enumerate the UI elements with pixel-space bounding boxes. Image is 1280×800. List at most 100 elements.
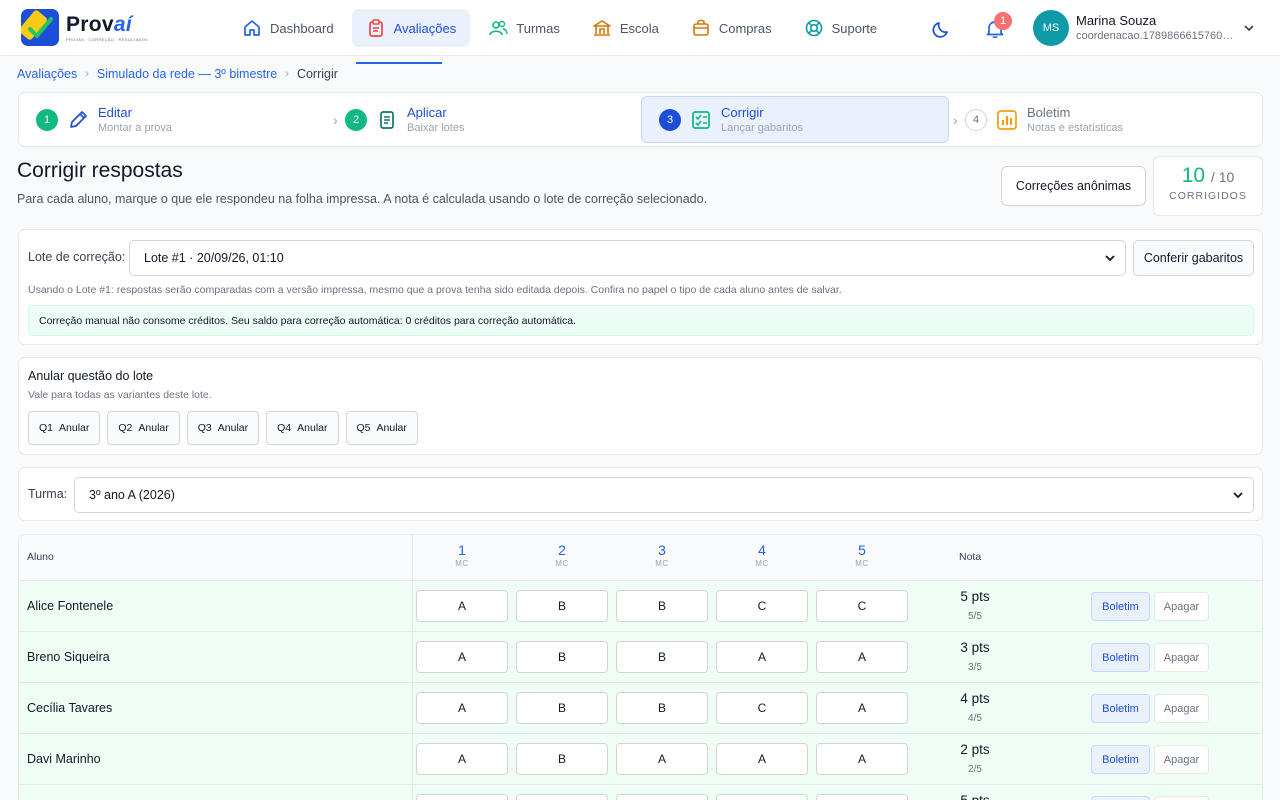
chevron-down-icon [1105, 255, 1115, 262]
nav-escola[interactable]: Escola [578, 9, 673, 47]
pencil-icon [70, 110, 87, 128]
answer-select[interactable] [716, 794, 808, 800]
question-label: Q3 [197, 422, 212, 434]
answer-select[interactable]: C [716, 590, 808, 622]
workflow-stepper: 1 Editar Montar a prova › 2 Aplicar Baix… [18, 92, 1263, 147]
school-icon [592, 18, 612, 38]
nav-dashboard[interactable]: Dashboard [228, 9, 348, 47]
app-logo[interactable]: Provaí PROVAS · CORREÇÃO · RESULTADOS [21, 9, 148, 46]
annul-title: Anular questão do lote [28, 369, 154, 383]
nav-label: Dashboard [270, 20, 334, 36]
table-row: Alice Fontenele A B B C C 5 pts 5/5 Boletim Apaga… [19, 581, 1262, 632]
answer-select[interactable] [816, 794, 908, 800]
batch-select[interactable]: Lote #1 · 20/09/26, 01:10 [129, 240, 1126, 276]
answer-select[interactable]: A [416, 590, 508, 622]
answer-select[interactable]: A [416, 641, 508, 673]
step-title: Corrigir [721, 104, 764, 120]
annul-q4-button[interactable]: Q4 Anular [266, 411, 339, 445]
delete-button[interactable]: Apagar [1154, 694, 1209, 723]
home-icon [242, 18, 262, 38]
annul-subtitle: Vale para todas as variantes deste lote. [28, 389, 212, 401]
nav-label: Suporte [831, 20, 878, 36]
answer-select[interactable]: B [616, 641, 708, 673]
chevron-down-icon [1233, 492, 1243, 499]
answer-select[interactable]: A [816, 743, 908, 775]
step-corrigir[interactable]: 3 Corrigir Lançar gabaritos [641, 96, 949, 143]
answer-select[interactable]: B [616, 692, 708, 724]
nav-compras[interactable]: Compras [677, 9, 786, 47]
logo-icon [21, 9, 59, 46]
report-button[interactable]: Boletim [1091, 745, 1150, 774]
batch-label: Lote de correção: [28, 250, 126, 264]
annul-q2-button[interactable]: Q2 Anular [107, 411, 180, 445]
notification-badge: 1 [994, 12, 1012, 30]
answer-select[interactable]: B [516, 641, 608, 673]
grade-fraction: 4/5 [968, 713, 982, 724]
answer-select[interactable]: B [516, 590, 608, 622]
answer-select[interactable]: A [416, 743, 508, 775]
user-name[interactable]: Marina Souza [1076, 13, 1156, 28]
report-button[interactable]: Boletim [1091, 796, 1150, 800]
annul-label: Anular [217, 422, 249, 434]
delete-button[interactable]: Apagar [1154, 745, 1209, 774]
report-button[interactable]: Boletim [1091, 694, 1150, 723]
step-aplicar[interactable]: 2 Aplicar Baixar lotes [328, 96, 638, 143]
nav-label: Avaliações [393, 20, 457, 36]
step-title: Editar [98, 104, 132, 120]
nav-turmas[interactable]: Turmas [474, 9, 574, 47]
anonymous-corrections-button[interactable]: Correções anônimas [1001, 166, 1146, 206]
grade-fraction: 5/5 [968, 611, 982, 622]
nav-label: Turmas [516, 20, 560, 36]
answer-select[interactable] [516, 794, 608, 800]
user-menu-toggle[interactable] [1242, 21, 1256, 35]
answer-select[interactable] [416, 794, 508, 800]
answer-select[interactable] [616, 794, 708, 800]
active-tab-indicator [356, 62, 442, 64]
check-answer-keys-button[interactable]: Conferir gabaritos [1133, 240, 1254, 276]
answer-select[interactable]: A [716, 743, 808, 775]
annul-q5-button[interactable]: Q5 Anular [345, 411, 418, 445]
report-button[interactable]: Boletim [1091, 643, 1150, 672]
answer-select[interactable]: A [816, 641, 908, 673]
answer-select[interactable]: A [716, 641, 808, 673]
answer-select[interactable]: A [816, 692, 908, 724]
breadcrumb-avaliacoes[interactable]: Avaliações [17, 67, 77, 81]
avatar[interactable]: MS [1033, 10, 1069, 46]
annul-q1-button[interactable]: Q1 Anular [28, 411, 101, 445]
logo-tagline: PROVAS · CORREÇÃO · RESULTADOS [66, 36, 149, 42]
report-button[interactable]: Boletim [1091, 592, 1150, 621]
document-icon [380, 110, 394, 129]
step-number: 4 [965, 108, 987, 131]
annul-q3-button[interactable]: Q3 Anular [186, 411, 260, 445]
answer-select[interactable]: A [616, 743, 708, 775]
breadcrumb-simulado[interactable]: Simulado da rede — 3º bimestre [97, 67, 277, 81]
grade-fraction: 2/5 [968, 764, 982, 775]
step-editar[interactable]: 1 Editar Montar a prova [19, 96, 329, 143]
chevron-down-icon [1244, 25, 1254, 32]
nav-suporte[interactable]: Suporte [790, 9, 892, 47]
main-nav: Dashboard Avaliações Turmas Escola Compr… [228, 9, 895, 47]
answer-select[interactable]: B [616, 590, 708, 622]
annul-label: Anular [297, 422, 328, 434]
counter-done: 10 [1181, 164, 1206, 187]
answer-select[interactable]: B [516, 743, 608, 775]
breadcrumb-separator-icon: › [285, 68, 289, 80]
delete-button[interactable]: Apagar [1154, 643, 1209, 672]
question-label: Q1 [39, 422, 54, 434]
nav-avaliacoes[interactable]: Avaliações [351, 9, 471, 47]
question-type: MC [855, 559, 869, 568]
answer-select[interactable]: B [516, 692, 608, 724]
class-select[interactable]: 3º ano A (2026) [74, 477, 1254, 513]
answer-select[interactable]: C [716, 692, 808, 724]
answer-select[interactable]: A [416, 692, 508, 724]
delete-button[interactable]: Apagar [1154, 592, 1209, 621]
counter-total: / 10 [1210, 169, 1235, 185]
answer-select[interactable]: C [816, 590, 908, 622]
answers-table: Aluno 1 MC 2 MC 3 MC 4 MC 5 MC Nota Alice Fon… [18, 534, 1263, 800]
class-label: Turma: [28, 487, 68, 501]
question-number: 5 [858, 542, 866, 558]
step-boletim[interactable]: 4 Boletim Notas e estatísticas [948, 96, 1262, 143]
breadcrumb-current: Corrigir [296, 67, 338, 81]
dark-mode-toggle[interactable] [932, 19, 952, 39]
delete-button[interactable]: Apagar [1154, 796, 1209, 800]
